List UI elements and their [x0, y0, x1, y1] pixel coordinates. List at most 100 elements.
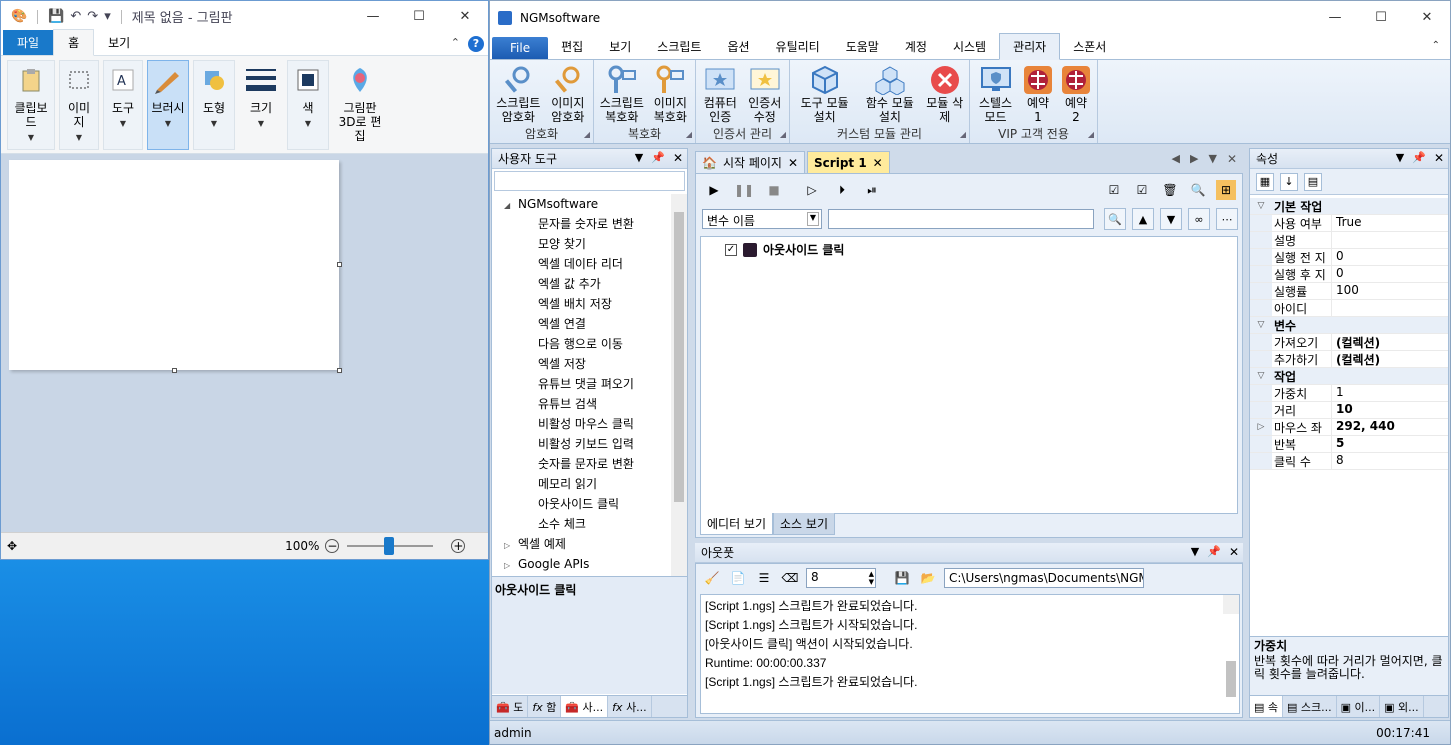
scroll-left-icon[interactable]: ◀	[1172, 152, 1180, 166]
tree-item[interactable]: 비활성 마우스 클릭	[492, 414, 672, 434]
stop-icon[interactable]: ■	[764, 180, 784, 200]
panel-menu-icon[interactable]: ▼	[1396, 151, 1404, 165]
broom-icon[interactable]: 🧹	[702, 568, 722, 588]
tab-close-icon[interactable]: ✕	[788, 156, 798, 170]
output-scrollbar[interactable]	[1223, 595, 1239, 697]
collapse-ribbon-icon[interactable]: ⌃	[1432, 40, 1440, 51]
pin-icon[interactable]: 📌	[1207, 545, 1221, 559]
check-all-icon[interactable]: ☑	[1104, 180, 1124, 200]
variable-name-select[interactable]: 변수 이름 ▼	[702, 209, 822, 229]
find-icon[interactable]: 🔍	[1188, 180, 1208, 200]
pin-icon[interactable]: 📌	[651, 151, 665, 165]
sort-alpha-icon[interactable]: ↓	[1280, 172, 1298, 191]
tree-item[interactable]: 유튜브 검색	[492, 394, 672, 414]
variable-value-input[interactable]	[828, 209, 1094, 229]
tree-subnode-excel-examples[interactable]: ▷ 엑셀 예제	[492, 534, 672, 554]
customize-qa-icon[interactable]: ▾	[104, 9, 111, 24]
tool-module-install-button[interactable]: 도구 모듈 설치	[792, 62, 857, 126]
panel-close-icon[interactable]: ✕	[1434, 151, 1444, 165]
close-button[interactable]: ✕	[442, 1, 488, 32]
collapse-ribbon-icon[interactable]: ⌃	[451, 36, 460, 49]
new-log-icon[interactable]: 📄	[728, 568, 748, 588]
tab-external[interactable]: ▣ 외...	[1380, 696, 1424, 717]
image-encrypt-button[interactable]: 이미지 암호화	[545, 62, 591, 126]
tree-item[interactable]: 메모리 읽기	[492, 474, 672, 494]
tab-source-view[interactable]: 소스 보기	[773, 513, 835, 535]
categorized-icon[interactable]: ▦	[1256, 172, 1274, 191]
property-category[interactable]: ▽ 작업	[1250, 368, 1448, 385]
menu-help[interactable]: 도움말	[833, 34, 892, 59]
property-row[interactable]: 실행 후 지0	[1250, 266, 1448, 283]
save-icon[interactable]: 💾	[892, 568, 912, 588]
close-doc-icon[interactable]: ✕	[1227, 152, 1237, 166]
scroll-right-icon[interactable]: ▶	[1190, 152, 1198, 166]
run-step-icon[interactable]: ⏯	[862, 180, 882, 200]
help-icon[interactable]: ?	[468, 36, 484, 52]
zoom-out-button[interactable]: −	[325, 539, 340, 553]
menu-view[interactable]: 보기	[596, 34, 644, 59]
tree-root-node[interactable]: ◢ NGMsoftware	[492, 194, 672, 214]
resize-handle-corner[interactable]	[337, 368, 342, 373]
brush-group[interactable]: 브러시 ▼	[147, 60, 189, 150]
property-row[interactable]: ▷ 마우스 좌 292, 440	[1250, 419, 1448, 436]
run-from-icon[interactable]: ▷	[802, 180, 822, 200]
maximize-button[interactable]: ☐	[396, 1, 442, 32]
undo-icon[interactable]: ↶	[70, 9, 81, 24]
property-category[interactable]: ▽ 기본 작업	[1250, 198, 1448, 215]
tree-item[interactable]: 문자를 숫자로 변환	[492, 214, 672, 234]
tab-functions[interactable]: fx 함	[528, 696, 562, 717]
list-icon[interactable]: ☰	[754, 568, 774, 588]
tab-scripts[interactable]: ▤ 스크...	[1283, 696, 1337, 717]
property-row[interactable]: 실행 전 지0	[1250, 249, 1448, 266]
function-module-install-button[interactable]: 함수 모듈 설치	[857, 62, 922, 126]
property-category[interactable]: ▽ 변수	[1250, 317, 1448, 334]
menu-edit[interactable]: 편집	[548, 34, 596, 59]
action-checkbox[interactable]: ✓	[725, 243, 737, 256]
tree-item[interactable]: 숫자를 문자로 변환	[492, 454, 672, 474]
group-launcher-icon[interactable]: ◢	[686, 130, 692, 139]
shapes-group[interactable]: 도형 ▼	[193, 60, 235, 150]
close-button[interactable]: ✕	[1404, 1, 1450, 34]
stealth-mode-button[interactable]: 스텔스 모드	[972, 62, 1019, 126]
move-up-icon[interactable]: ▲	[1132, 208, 1154, 230]
group-launcher-icon[interactable]: ◢	[960, 130, 966, 139]
property-row[interactable]: 추가하기 (컬렉션)	[1250, 351, 1448, 368]
search-icon[interactable]: 🔍	[1104, 208, 1126, 230]
run-icon[interactable]: ▶	[704, 180, 724, 200]
menu-options[interactable]: 옵션	[714, 34, 762, 59]
property-pages-icon[interactable]: ▤	[1304, 172, 1322, 191]
tab-properties[interactable]: ▤ 속	[1250, 696, 1284, 717]
zoom-in-button[interactable]: +	[451, 539, 466, 553]
tree-item[interactable]: 유튜브 댓글 펴오기	[492, 374, 672, 394]
image-group[interactable]: 이미지 ▼	[59, 60, 99, 150]
size-group[interactable]: 크기 ▼	[239, 60, 283, 150]
check-icon[interactable]: ☑	[1132, 180, 1152, 200]
clipboard-group[interactable]: 클립보드 ▼	[7, 60, 55, 150]
paint3d-group[interactable]: 그림판 3D로 편집	[333, 60, 387, 150]
pin-icon[interactable]: 📌	[1412, 151, 1426, 165]
tree-item[interactable]: 엑셀 배치 저장	[492, 294, 672, 314]
minimize-button[interactable]: —	[350, 1, 396, 32]
property-row[interactable]: 설명	[1250, 232, 1448, 249]
run-selected-icon[interactable]: ⏵	[832, 180, 852, 200]
eraser-icon[interactable]: ⌫	[780, 568, 800, 588]
save-icon[interactable]: 💾	[48, 9, 64, 24]
drawing-canvas[interactable]	[9, 160, 339, 370]
redo-icon[interactable]: ↷	[87, 9, 98, 24]
color-group[interactable]: 색 ▼	[287, 60, 329, 150]
tool-search-input[interactable]	[494, 171, 685, 191]
tools-group[interactable]: A 도구 ▼	[103, 60, 143, 150]
menu-utility[interactable]: 유틸리티	[763, 34, 833, 59]
tab-list-icon[interactable]: ▼	[1208, 152, 1216, 166]
reserve-2-button[interactable]: 예약 2	[1057, 62, 1095, 126]
module-delete-button[interactable]: 모듈 삭제	[923, 62, 967, 126]
tab-script-1[interactable]: Script 1 ✕	[807, 151, 890, 173]
tab-start-page[interactable]: 🏠 시작 페이지 ✕	[695, 151, 806, 173]
tree-item[interactable]: 엑셀 연결	[492, 314, 672, 334]
property-row[interactable]: 거리 10	[1250, 402, 1448, 419]
group-launcher-icon[interactable]: ◢	[780, 130, 786, 139]
pause-icon[interactable]: ❚❚	[734, 180, 754, 200]
group-launcher-icon[interactable]: ◢	[1088, 130, 1094, 139]
maximize-button[interactable]: ☐	[1358, 1, 1404, 34]
tab-home[interactable]: 홈	[53, 29, 95, 56]
